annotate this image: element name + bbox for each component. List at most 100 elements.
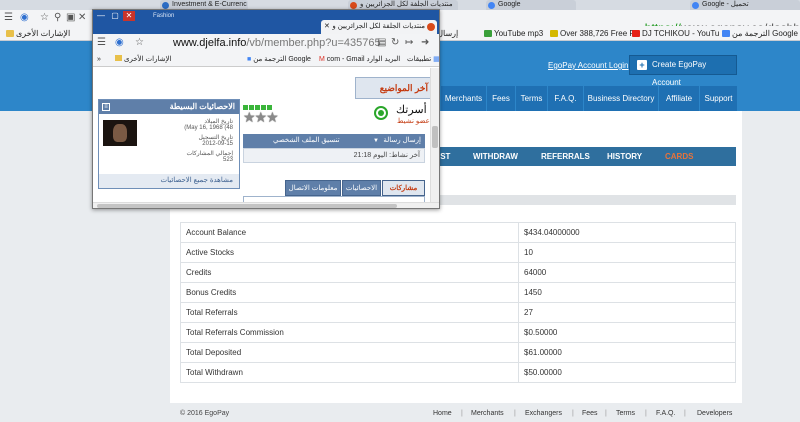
other-bookmarks[interactable]: الإشارات الأخرى [115,52,171,67]
register-date-value: 2012-09-15 [202,141,233,147]
view-all-stats-link[interactable]: مشاهدة جميع الاحصائيات [99,174,239,188]
tab-statistics[interactable]: الاحصائيات [342,180,381,196]
other-bookmarks[interactable]: الإشارات الأخرى [6,26,70,41]
extension-icon[interactable]: ◉ [20,10,29,26]
footer-separator: | [645,410,647,417]
send-message-link[interactable]: إرسال رسالة [383,134,421,148]
birthday-label: تاريخ الميلاد [204,119,233,125]
table-row: Active Stocks 10 [180,242,736,263]
tab-favicon-icon [427,23,435,31]
bookmark-star-icon[interactable]: ☆ [135,34,144,52]
menu-icon[interactable]: ☰ [97,34,106,52]
scrollbar-thumb[interactable] [432,126,438,148]
stat-value: $434.04000000 [518,222,736,243]
popup-tab[interactable]: ✕ منتديات الجلفة لكل الجزائريين و [321,20,437,34]
extension-icon[interactable]: ◉ [115,34,124,52]
profile-username: أسرتك [396,104,427,116]
pin-icon[interactable]: ⚲ [54,10,61,26]
collapse-toggle-icon[interactable]: ≡ [102,103,110,111]
vertical-scrollbar[interactable] [430,68,439,202]
popup-toolbar: ☰ ◉ ☆ www.djelfa.info/vb/member.php?u=43… [93,34,439,52]
footer-separator: | [514,410,516,417]
footer-link-exchangers[interactable]: Exchangers [525,405,562,422]
subtab-referrals[interactable]: REFERRALS [541,147,590,166]
stat-value: $50.00000 [518,362,736,383]
window-close-icon[interactable]: ✕ [123,11,135,21]
stat-value: 27 [518,302,736,323]
account-login-link[interactable]: EgoPay Account Login [548,61,629,70]
forward-icon[interactable]: ↦ [405,34,413,52]
bookmark-item[interactable]: الترجمة من Google [722,26,798,41]
tab-contact-info[interactable]: معلومات الاتصال [285,180,341,196]
bookmark-item[interactable]: M com - Gmail البريد الوارد [319,52,400,67]
pages-icon[interactable]: ▤ [377,34,386,52]
stat-label: Total Withdrawn [180,362,519,383]
stat-label: Active Stocks [180,242,519,263]
footer-link-faq[interactable]: F.A.Q. [656,405,675,422]
nav-affiliate[interactable]: Affiliate [659,86,699,111]
translate-icon [722,30,730,37]
translate-icon: ■ [247,56,252,63]
bookmark-item[interactable]: YouTube mp3 [484,26,543,41]
popup-bookmarks-bar: » الإشارات الأخرى ■ الترجمة من Google M … [93,52,439,67]
profile-customize-link[interactable]: تنسيق الملف الشخصي [273,134,340,148]
table-row: Total Referrals Commission $0.50000 [180,322,736,343]
stat-label: Total Referrals Commission [180,322,519,343]
footer-link-home[interactable]: Home [433,405,452,422]
scrollbar-thumb[interactable] [97,204,397,208]
nav-terms[interactable]: Terms [516,86,547,111]
tab-label: منتديات الجلفة لكل الجزائريين و [360,1,453,8]
horizontal-scrollbar[interactable] [93,202,439,208]
stat-label: Total Deposited [180,342,519,363]
dropdown-arrow-icon[interactable]: ▼ [373,134,379,148]
window-maximize-icon[interactable]: ▢ [109,11,121,21]
apps-shortcut[interactable]: تطبيقات ▦ [407,52,439,67]
bookmark-item[interactable]: ■ الترجمة من Google [247,52,311,67]
popup-page-content: آخر المواضيع أسرتك عضو نشيط ★★★ ≡ الاحصا… [93,68,439,202]
browser-tab[interactable]: Google [486,0,576,10]
nav-support[interactable]: Support [700,86,737,111]
create-account-button[interactable]: + Create EgoPay Account [629,55,737,87]
register-date-label: تاريخ التسجيل [198,135,234,141]
nav-merchants[interactable]: Merchants [441,86,486,111]
profile-action-bar: إرسال رسالة ▼ تنسيق الملف الشخصي [243,134,425,148]
online-status-icon [374,106,388,120]
last-topics-tab[interactable]: آخر المواضيع [355,77,433,99]
bookmark-item[interactable]: DJ TCHIKOU - YouTu [632,26,719,41]
reload-icon[interactable]: ↻ [391,34,399,52]
popup-browser-window[interactable]: — ▢ ✕ Fashion ✕ منتديات الجلفة لكل الجزا… [92,9,440,209]
footer-separator: | [572,410,574,417]
back-icon[interactable]: ➜ [421,34,429,52]
subtab-cards[interactable]: CARDS [665,147,693,166]
subtab-withdraw[interactable]: WITHDRAW [473,147,518,166]
youtube-icon [632,30,640,37]
tab-favicon-icon [350,2,357,9]
simple-stats-box: ≡ الاحصائيات البسيطة تاريخ الميلاد (May … [98,99,240,189]
footer-link-terms[interactable]: Terms [616,405,635,422]
site-footer: © 2016 EgoPay Home | Merchants | Exchang… [0,405,800,422]
nav-business-directory[interactable]: Business Directory [584,86,658,111]
tab-posts-about-me[interactable]: مشاركات عني [382,180,425,202]
copyright-text: © 2016 EgoPay [180,410,230,417]
subtab-history[interactable]: HISTORY [607,147,642,166]
last-activity-text: آخر نشاط: اليوم 21:18 [243,148,425,163]
bookmark-star-icon[interactable]: ☆ [40,10,49,26]
nav-fees[interactable]: Fees [487,86,515,111]
puzzle-icon[interactable]: ▣ [66,10,75,26]
nav-faq[interactable]: F.A.Q. [548,86,583,111]
tab-close-icon[interactable]: ✕ [324,20,330,34]
footer-separator: | [461,410,463,417]
bookmark-icon [484,30,492,37]
footer-link-merchants[interactable]: Merchants [471,405,504,422]
close-icon[interactable]: ✕ [78,10,86,26]
popup-titlebar[interactable]: — ▢ ✕ Fashion ✕ منتديات الجلفة لكل الجزا… [93,10,439,34]
window-minimize-icon[interactable]: — [95,11,107,21]
more-bookmarks-icon[interactable]: » [97,52,101,67]
tab-label: منتديات الجلفة لكل الجزائريين و [332,23,425,30]
menu-icon[interactable]: ☰ [4,10,13,26]
footer-link-developers[interactable]: Developers [697,405,732,422]
footer-link-fees[interactable]: Fees [582,405,598,422]
browser-tab[interactable]: Google - تحميل [690,0,800,10]
popup-address-bar[interactable]: www.djelfa.info/vb/member.php?u=435765 [173,34,381,52]
bookmark-item[interactable]: Over 388,726 Free Ph [550,26,639,41]
